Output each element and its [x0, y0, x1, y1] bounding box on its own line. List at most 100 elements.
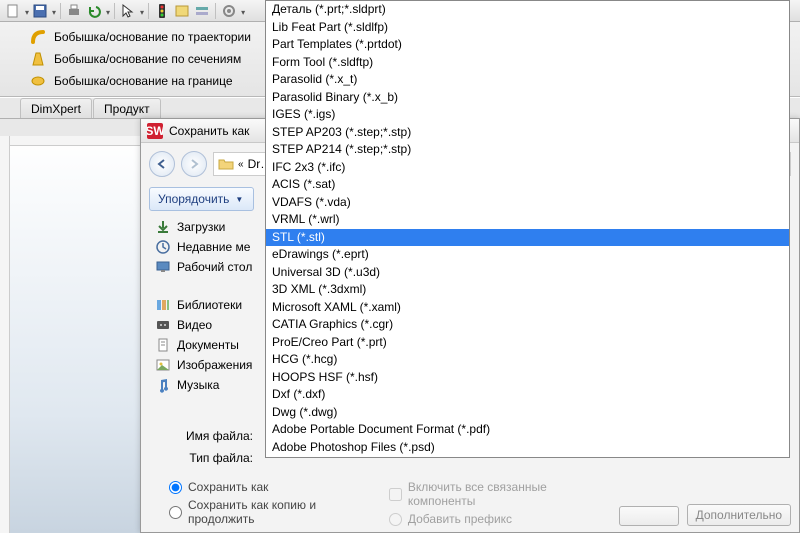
filetype-option[interactable]: Деталь (*.prt;*.sldprt) — [266, 1, 789, 19]
settings-dropdown[interactable] — [240, 4, 245, 18]
radio-save-as[interactable]: Сохранить как — [169, 480, 349, 494]
filetype-dropdown[interactable]: Деталь (*.prt;*.sldprt)Lib Feat Part (*.… — [265, 0, 790, 458]
feature-label: Бобышка/основание по сечениям — [54, 52, 241, 66]
filetype-option[interactable]: Dwg (*.dwg) — [266, 404, 789, 422]
sw-icon: SW — [147, 123, 163, 139]
radio-save-copy[interactable]: Сохранить как копию и продолжить — [169, 498, 349, 526]
feature-label: Бобышка/основание по траектории — [54, 30, 251, 44]
check-include-label: Включить все связанные компоненты — [408, 480, 579, 508]
sidebar-item-fav1[interactable]: Недавние ме — [149, 237, 269, 257]
filetype-option[interactable]: Parasolid (*.x_t) — [266, 71, 789, 89]
filetype-option[interactable]: Adobe Photoshop Files (*.psd) — [266, 439, 789, 457]
filetype-option[interactable]: Parasolid Binary (*.x_b) — [266, 89, 789, 107]
new-icon[interactable] — [4, 2, 22, 20]
svg-text:SW: SW — [147, 124, 163, 138]
sidebar-item-lib3[interactable]: Музыка — [149, 375, 269, 395]
filetype-option[interactable]: Universal 3D (*.u3d) — [266, 264, 789, 282]
dialog-title: Сохранить как — [169, 124, 249, 138]
video-icon — [155, 317, 171, 333]
sidebar-libraries[interactable]: Библиотеки — [149, 295, 269, 315]
sidebar-item-lib0[interactable]: Видео — [149, 315, 269, 335]
filetype-option[interactable]: IFC 2x3 (*.ifc) — [266, 159, 789, 177]
filetype-option[interactable]: Microsoft XAML (*.xaml) — [266, 299, 789, 317]
filetype-option[interactable]: Form Tool (*.sldftp) — [266, 54, 789, 72]
sidebar-item-lib2[interactable]: Изображения — [149, 355, 269, 375]
sidebar-item-label: Рабочий стол — [177, 260, 252, 274]
filetype-option[interactable]: Lib Feat Part (*.sldlfp) — [266, 19, 789, 37]
settings-icon[interactable] — [220, 2, 238, 20]
sidebar-item-label: Видео — [177, 318, 212, 332]
sweep-icon — [30, 29, 46, 45]
select-dropdown[interactable] — [139, 4, 144, 18]
filetype-label: Тип файла: — [149, 451, 261, 465]
back-button[interactable] — [149, 151, 175, 177]
sidebar-item-label: Недавние ме — [177, 240, 250, 254]
boundary-icon — [30, 73, 46, 89]
sidebar-lib-title: Библиотеки — [177, 298, 242, 312]
print-icon[interactable] — [65, 2, 83, 20]
save-icon[interactable] — [31, 2, 49, 20]
radio-save-copy-label: Сохранить как копию и продолжить — [188, 498, 349, 526]
radio-save-as-label: Сохранить как — [188, 480, 268, 494]
filetype-option[interactable]: eDrawings (*.eprt) — [266, 246, 789, 264]
save-options: Сохранить как Сохранить как копию и прод… — [169, 480, 791, 526]
filetype-option[interactable]: HCG (*.hcg) — [266, 351, 789, 369]
tab-dimxpert[interactable]: DimXpert — [20, 98, 92, 118]
tab-products[interactable]: Продукт — [93, 98, 161, 118]
save-dropdown[interactable] — [51, 4, 56, 18]
blank-button — [619, 506, 679, 526]
filetype-option[interactable]: HOOPS HSF (*.hsf) — [266, 369, 789, 387]
images-icon — [155, 357, 171, 373]
ruler-vertical — [0, 136, 10, 533]
filetype-option[interactable]: STEP AP214 (*.step;*.stp) — [266, 141, 789, 159]
filetype-option[interactable]: Adobe Portable Document Format (*.pdf) — [266, 421, 789, 439]
sidebar-item-label: Музыка — [177, 378, 219, 392]
filetype-option[interactable]: Adobe Illustrator Files (*.ai) — [266, 456, 789, 458]
undo-dropdown[interactable] — [105, 4, 110, 18]
filetype-option[interactable]: IGES (*.igs) — [266, 106, 789, 124]
filetype-option[interactable]: VRML (*.wrl) — [266, 211, 789, 229]
separator — [60, 3, 61, 19]
filename-label: Имя файла: — [149, 429, 261, 443]
docs-icon — [155, 337, 171, 353]
separator — [114, 3, 115, 19]
download-icon — [155, 219, 171, 235]
sidebar-item-label: Загрузки — [177, 220, 225, 234]
sidebar-item-label: Документы — [177, 338, 239, 352]
filetype-option[interactable]: CATIA Graphics (*.cgr) — [266, 316, 789, 334]
sidebar-item-lib1[interactable]: Документы — [149, 335, 269, 355]
radio-prefix-label: Добавить префикс — [408, 512, 512, 526]
folder-icon — [218, 156, 234, 172]
sidebar: Загрузки Недавние ме Рабочий стол Библио… — [149, 217, 269, 395]
filetype-option[interactable]: STEP AP203 (*.step;*.stp) — [266, 124, 789, 142]
separator — [148, 3, 149, 19]
filetype-option[interactable]: STL (*.stl) — [266, 229, 789, 247]
loft-icon — [30, 51, 46, 67]
rebuild-icon[interactable] — [193, 2, 211, 20]
filetype-option[interactable]: Dxf (*.dxf) — [266, 386, 789, 404]
check-include-all: Включить все связанные компоненты — [389, 480, 579, 508]
filetype-option[interactable]: 3D XML (*.3dxml) — [266, 281, 789, 299]
filetype-option[interactable]: ProE/Creo Part (*.prt) — [266, 334, 789, 352]
recent-icon — [155, 239, 171, 255]
undo-icon[interactable] — [85, 2, 103, 20]
organize-label: Упорядочить — [158, 192, 229, 206]
extra-button[interactable]: Дополнительно — [687, 504, 791, 526]
filetype-option[interactable]: ACIS (*.sat) — [266, 176, 789, 194]
music-icon — [155, 377, 171, 393]
sidebar-item-label: Изображения — [177, 358, 252, 372]
traffic-icon[interactable] — [153, 2, 171, 20]
options-icon[interactable] — [173, 2, 191, 20]
new-dropdown[interactable] — [24, 4, 29, 18]
select-icon[interactable] — [119, 2, 137, 20]
feature-label: Бобышка/основание на границе — [54, 74, 233, 88]
filetype-option[interactable]: VDAFS (*.vda) — [266, 194, 789, 212]
desktop-icon — [155, 259, 171, 275]
organize-button[interactable]: Упорядочить ▼ — [149, 187, 254, 211]
radio-add-prefix: Добавить префикс — [389, 512, 579, 526]
sidebar-item-fav0[interactable]: Загрузки — [149, 217, 269, 237]
filetype-option[interactable]: Part Templates (*.prtdot) — [266, 36, 789, 54]
separator — [215, 3, 216, 19]
forward-button[interactable] — [181, 151, 207, 177]
sidebar-item-fav2[interactable]: Рабочий стол — [149, 257, 269, 277]
